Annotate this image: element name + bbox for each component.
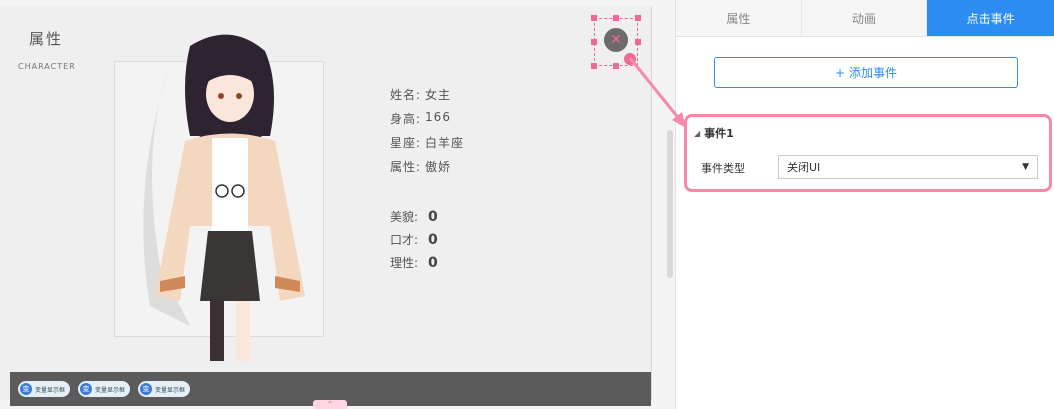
event-type-select[interactable]: 关闭UI ▼ bbox=[778, 155, 1038, 179]
panel-tabs: 属性 动画 点击事件 bbox=[676, 0, 1054, 37]
character-card[interactable]: 属性 CHARACTER 姓名: 女主 身高: 166 星座: 白羊座 属性: … bbox=[0, 6, 652, 406]
event-header[interactable]: ◢ 事件1 bbox=[694, 125, 734, 141]
properties-panel: 属性 动画 点击事件 + 添加事件 ◢ 事件1 事件类型 关闭UI ▼ bbox=[675, 0, 1054, 409]
info-value: 女主 bbox=[425, 88, 452, 102]
stat-value: 0 bbox=[428, 254, 438, 271]
resize-handle[interactable] bbox=[613, 15, 619, 21]
chip-label: 变量显示框 bbox=[155, 386, 186, 394]
stat-row-beauty: 美貌: 0 bbox=[390, 205, 438, 228]
stat-value: 0 bbox=[428, 208, 438, 225]
stat-label: 理性: bbox=[390, 256, 419, 270]
variable-chip[interactable]: 变 变量显示框 bbox=[78, 381, 131, 397]
resize-handle[interactable] bbox=[591, 15, 597, 21]
card-title: 属性 bbox=[29, 30, 64, 48]
scrollbar[interactable] bbox=[667, 130, 673, 278]
stat-value: 0 bbox=[428, 231, 438, 248]
info-label: 星座: bbox=[390, 136, 422, 150]
info-list: 姓名: 女主 身高: 166 星座: 白羊座 属性: 傲娇 bbox=[390, 86, 464, 182]
info-value: 傲娇 bbox=[425, 160, 452, 174]
info-label: 姓名: bbox=[390, 88, 422, 102]
variable-chip[interactable]: 变 变量显示框 bbox=[18, 381, 71, 397]
info-label: 身高: bbox=[390, 112, 422, 126]
variable-icon: 变 bbox=[80, 383, 93, 395]
event-title: 事件1 bbox=[704, 127, 734, 140]
canvas-area: 属性 CHARACTER 姓名: 女主 身高: 166 星座: 白羊座 属性: … bbox=[0, 0, 675, 409]
collapse-toggle-icon[interactable]: ⌃ bbox=[313, 400, 347, 409]
card-subtitle: CHARACTER bbox=[18, 62, 76, 71]
chip-label: 变量显示框 bbox=[95, 386, 126, 394]
stat-row-reason: 理性: 0 bbox=[390, 251, 438, 274]
info-row-constellation: 星座: 白羊座 bbox=[390, 134, 464, 158]
stat-label: 口才: bbox=[390, 233, 419, 247]
character-illustration bbox=[143, 34, 305, 361]
variable-icon: 变 bbox=[20, 383, 32, 395]
info-label: 属性: bbox=[390, 160, 422, 174]
resize-handle[interactable] bbox=[635, 39, 641, 45]
info-value: 白羊座 bbox=[425, 136, 465, 150]
variable-chip[interactable]: 变 变量显示框 bbox=[138, 381, 191, 397]
event-type-value: 关闭UI bbox=[787, 161, 821, 174]
variable-icon: 变 bbox=[140, 383, 153, 395]
collapse-triangle-icon[interactable]: ◢ bbox=[694, 129, 700, 138]
add-event-button[interactable]: + 添加事件 bbox=[714, 57, 1018, 88]
close-icon[interactable]: ✕ bbox=[604, 28, 628, 52]
chip-label: 变量显示框 bbox=[35, 386, 66, 394]
info-row-name: 姓名: 女主 bbox=[390, 86, 464, 110]
resize-handle[interactable] bbox=[613, 63, 619, 69]
stat-row-eloquence: 口才: 0 bbox=[390, 228, 438, 251]
event-type-label: 事件类型 bbox=[701, 162, 745, 175]
resize-handle[interactable] bbox=[591, 63, 597, 69]
info-value: 166 bbox=[425, 110, 451, 124]
resize-handle[interactable] bbox=[591, 39, 597, 45]
tab-click-event[interactable]: 点击事件 bbox=[927, 0, 1054, 36]
tab-properties[interactable]: 属性 bbox=[676, 0, 802, 36]
close-button-selection[interactable]: ✕ bbox=[591, 15, 641, 69]
plus-icon: + bbox=[834, 65, 846, 80]
stat-label: 美貌: bbox=[390, 210, 419, 224]
add-event-label: 添加事件 bbox=[849, 66, 898, 80]
resize-handle[interactable] bbox=[635, 15, 641, 21]
stats-list: 美貌: 0 口才: 0 理性: 0 bbox=[390, 205, 438, 274]
tab-animation[interactable]: 动画 bbox=[801, 0, 928, 36]
info-row-attribute: 属性: 傲娇 bbox=[390, 158, 464, 182]
chevron-down-icon: ▼ bbox=[1022, 162, 1029, 172]
event-item: ◢ 事件1 事件类型 关闭UI ▼ bbox=[684, 114, 1052, 192]
cursor-badge-icon bbox=[624, 53, 636, 65]
info-row-height: 身高: 166 bbox=[390, 110, 464, 134]
